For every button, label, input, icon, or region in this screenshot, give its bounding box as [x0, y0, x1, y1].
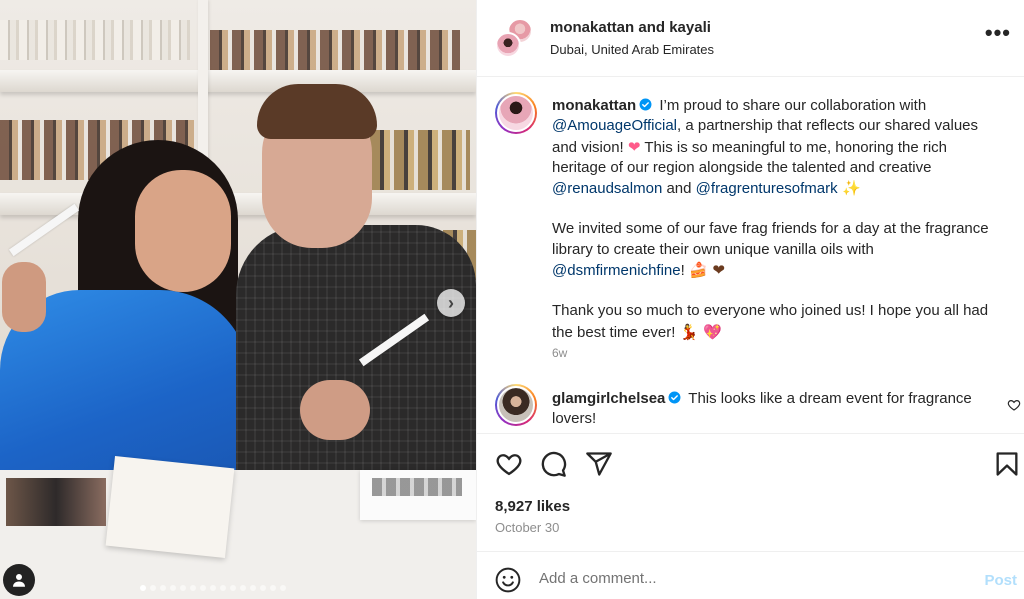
dancer-emoji-icon: 💃	[679, 322, 699, 341]
carousel-dot	[260, 585, 266, 591]
man-hair	[257, 84, 377, 139]
paragraph-break	[552, 281, 992, 301]
post-header: monakattan and kayali Dubai, United Arab…	[477, 0, 1024, 77]
verified-badge-icon	[668, 391, 681, 404]
more-options-icon[interactable]: •••	[985, 22, 1011, 44]
comment-input[interactable]	[539, 570, 939, 587]
author-link[interactable]: kayali	[669, 19, 711, 36]
carousel-dot	[180, 585, 186, 591]
carousel-dot	[250, 585, 256, 591]
carousel-dot	[210, 585, 216, 591]
caption-text: Thank you so much to everyone who joined…	[552, 302, 989, 341]
share-paper-plane-icon[interactable]	[585, 450, 613, 478]
caption-username[interactable]: monakattan	[552, 97, 636, 114]
man-shirt	[236, 225, 476, 475]
author-link[interactable]: monakattan	[550, 19, 634, 36]
caption-text: and	[662, 180, 696, 198]
carousel-dot	[140, 585, 146, 591]
collab-avatars[interactable]	[495, 18, 535, 58]
caption-text: I’m proud to share our collaboration wit…	[655, 97, 927, 114]
comments-section[interactable]: monakattan I’m proud to share our collab…	[477, 78, 1024, 432]
caption-text: !	[680, 262, 689, 280]
comment-bubble-icon[interactable]	[539, 450, 567, 478]
sparkles-emoji-icon: ✨	[837, 179, 862, 198]
tagged-users-button[interactable]	[3, 564, 35, 596]
avatar	[497, 94, 535, 132]
post-comment-button[interactable]: Post	[984, 572, 1017, 589]
post-actions: 8,927 likes October 30	[477, 433, 1024, 551]
mention-link[interactable]: @renaudsalmon	[552, 180, 662, 197]
man-hand	[300, 380, 370, 440]
paragraph-break	[552, 199, 992, 219]
carousel-dot	[270, 585, 276, 591]
carousel-dot	[190, 585, 196, 591]
post-authors: monakattan and kayali	[550, 19, 711, 36]
post-photo[interactable]: ›	[0, 0, 476, 599]
mention-link[interactable]: @dsmfirmenichfine	[552, 262, 681, 279]
caption-avatar[interactable]	[495, 92, 537, 134]
post-caption: monakattan I’m proud to share our collab…	[552, 96, 992, 343]
bottles-row	[0, 20, 190, 60]
avatar	[495, 32, 521, 58]
add-comment-bar: Post	[477, 551, 1024, 599]
avatar	[497, 386, 535, 424]
carousel-dot	[240, 585, 246, 591]
save-bookmark-icon[interactable]	[993, 450, 1021, 478]
comment-like-heart-icon[interactable]	[1007, 398, 1021, 412]
heart-emoji-icon: ❤	[627, 137, 641, 156]
carousel-next-button[interactable]: ›	[437, 289, 465, 317]
brown-heart-emoji-icon: ❤	[707, 261, 725, 280]
caption-text: We invited some of our fave frag friends…	[552, 220, 989, 258]
mention-link[interactable]: @AmouageOfficial	[552, 117, 677, 134]
comment: glamgirlchelsea This looks like a dream …	[552, 389, 992, 430]
mention-link[interactable]: @fragrenturesofmark	[696, 180, 838, 197]
verified-badge-icon	[639, 98, 652, 111]
shelf	[0, 70, 476, 92]
sparkling-heart-emoji-icon: 💖	[698, 322, 722, 341]
emoji-picker-icon[interactable]	[495, 567, 521, 593]
table-card-print	[372, 478, 462, 496]
cake-emoji-icon: 🍰	[688, 261, 708, 280]
post-side-panel: monakattan and kayali Dubai, United Arab…	[476, 0, 1024, 599]
carousel-indicators	[140, 585, 286, 591]
carousel-dot	[170, 585, 176, 591]
carousel-dot	[280, 585, 286, 591]
comment-username[interactable]: glamgirlchelsea	[552, 390, 665, 407]
post-date[interactable]: October 30	[495, 520, 559, 535]
authors-joiner: and	[634, 19, 670, 36]
likes-count[interactable]: 8,927 likes	[495, 498, 570, 515]
bottles-row	[370, 130, 470, 190]
carousel-dot	[230, 585, 236, 591]
table-print	[6, 478, 106, 526]
like-heart-icon[interactable]	[495, 450, 523, 478]
carousel-dot	[160, 585, 166, 591]
table-booklet	[105, 455, 235, 559]
woman-hand	[2, 262, 46, 332]
woman-face	[135, 170, 231, 292]
caption-timestamp[interactable]: 6w	[552, 346, 567, 360]
carousel-dot	[220, 585, 226, 591]
bottles-row	[210, 30, 460, 70]
user-icon	[13, 574, 25, 587]
chevron-right-icon: ›	[448, 292, 454, 313]
comment-avatar[interactable]	[495, 384, 537, 426]
carousel-dot	[150, 585, 156, 591]
carousel-dot	[200, 585, 206, 591]
location-link[interactable]: Dubai, United Arab Emirates	[550, 42, 714, 57]
